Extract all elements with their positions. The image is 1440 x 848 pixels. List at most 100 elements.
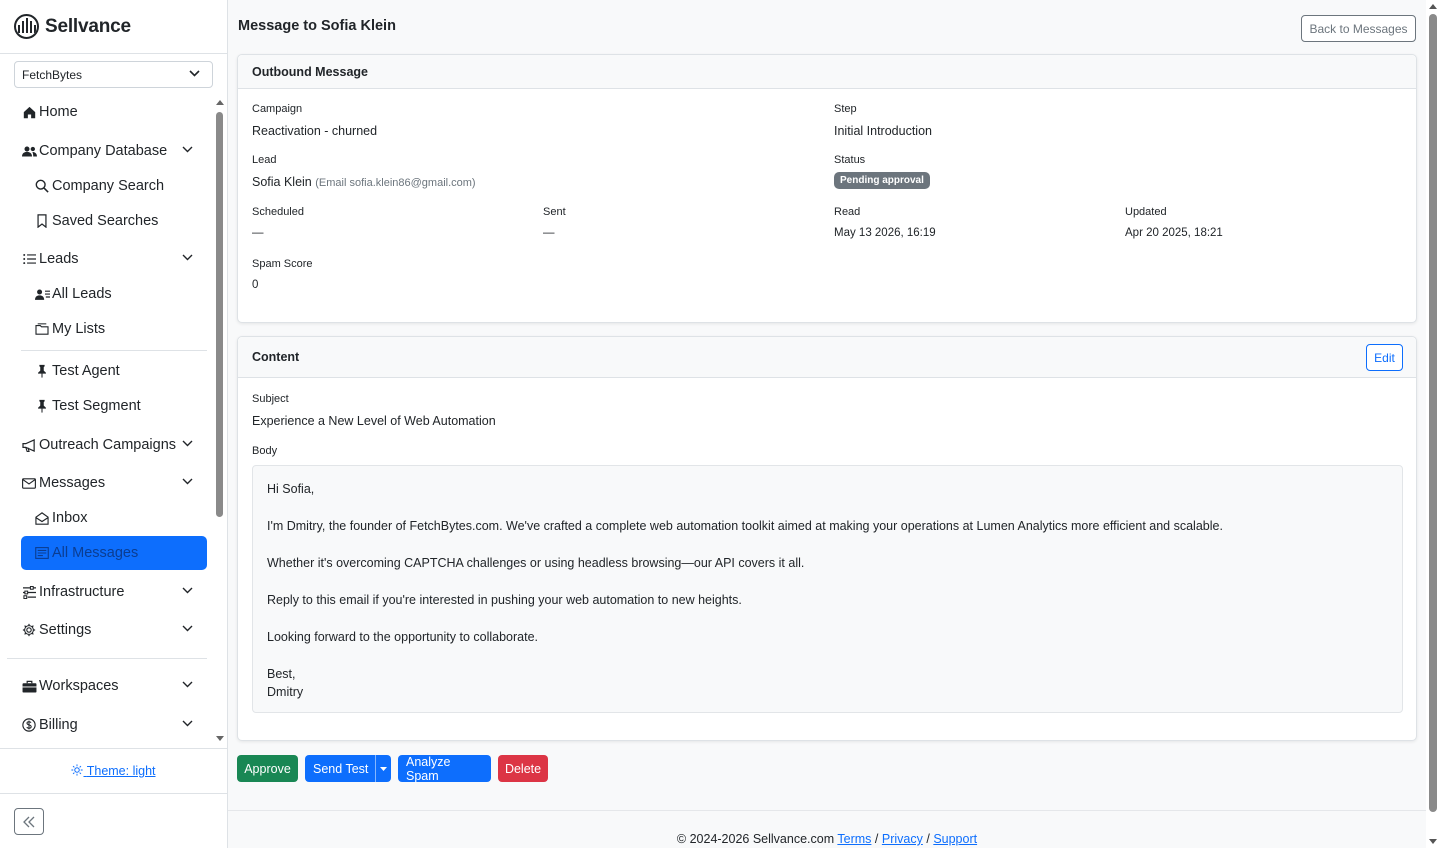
- send-test-button[interactable]: Send Test: [305, 755, 391, 782]
- workspace-select[interactable]: FetchBytes: [14, 61, 213, 88]
- sidebar-nav: Home Company Database Company Search Sav…: [0, 94, 214, 748]
- envelope-open-icon: [34, 510, 50, 526]
- currency-icon: [21, 717, 37, 733]
- footer-separator: /: [926, 832, 930, 846]
- scroll-up-arrow-icon[interactable]: [1429, 4, 1437, 9]
- chevron-down-icon: [182, 440, 193, 447]
- send-test-label: Send Test: [313, 761, 369, 776]
- page-scrollbar-thumb[interactable]: [1429, 14, 1437, 812]
- updated-value: Apr 20 2025, 18:21: [1125, 227, 1223, 239]
- sidebar-item-label: Messages: [39, 475, 106, 491]
- step-value: Initial Introduction: [834, 124, 932, 138]
- sidebar-item-label: Infrastructure: [39, 584, 125, 600]
- sidebar-item-test-segment[interactable]: Test Segment: [34, 389, 206, 423]
- scroll-up-arrow-icon[interactable]: [216, 100, 224, 105]
- subject-label: Subject: [252, 393, 289, 405]
- chevron-down-icon: [182, 625, 193, 632]
- subject-field: Subject Experience a New Level of Web Au…: [252, 393, 496, 428]
- lead-name: Sofia Klein: [252, 175, 312, 189]
- envelope-icon: [21, 475, 37, 491]
- sidebar-item-infrastructure[interactable]: Infrastructure: [21, 575, 207, 609]
- scheduled-value: —: [252, 227, 264, 239]
- sent-label: Sent: [543, 206, 566, 218]
- scroll-down-arrow-icon[interactable]: [216, 736, 224, 741]
- body-paragraph: Looking forward to the opportunity to co…: [267, 630, 539, 644]
- sidebar-item-label: All Leads: [52, 286, 112, 302]
- footer-terms-link[interactable]: Terms: [837, 832, 871, 846]
- collapse-sidebar-button[interactable]: [14, 808, 44, 835]
- sidebar-item-label: Company Database: [39, 143, 168, 159]
- analyze-spam-button[interactable]: Analyze Spam: [398, 755, 491, 783]
- person-lines-icon: [34, 286, 50, 302]
- outbound-card-header: Outbound Message: [238, 55, 1416, 89]
- messages-icon: [34, 545, 50, 561]
- sidebar-item-messages[interactable]: Messages: [21, 466, 207, 500]
- theme-toggle-link[interactable]: Theme: light: [71, 764, 156, 778]
- nav-divider: [7, 658, 207, 659]
- sidebar-item-leads[interactable]: Leads: [21, 242, 207, 276]
- sidebar-item-test-agent[interactable]: Test Agent: [34, 354, 206, 388]
- sidebar-item-settings[interactable]: Settings: [21, 613, 207, 647]
- sidebar: Sellvance FetchBytes Home Company Databa…: [0, 0, 228, 848]
- chevron-down-icon: [182, 587, 193, 594]
- campaign-field: Campaign Reactivation - churned: [252, 103, 377, 138]
- send-test-dropdown-toggle[interactable]: [375, 755, 391, 782]
- sidebar-scrollbar-thumb[interactable]: [216, 112, 223, 517]
- sidebar-item-workspaces[interactable]: Workspaces: [21, 669, 207, 703]
- pin-icon: [34, 363, 50, 379]
- sidebar-item-label: Company Search: [52, 178, 165, 194]
- delete-button[interactable]: Delete: [498, 755, 548, 782]
- footer-support-link[interactable]: Support: [933, 832, 977, 846]
- outbound-message-card: Outbound Message Campaign Reactivation -…: [237, 54, 1417, 323]
- scroll-down-arrow-icon[interactable]: [1429, 839, 1437, 844]
- lead-label: Lead: [252, 154, 277, 166]
- campaign-label: Campaign: [252, 103, 303, 115]
- sidebar-item-label: All Messages: [52, 545, 139, 561]
- sidebar-item-company-database[interactable]: Company Database: [21, 134, 207, 168]
- caret-down-icon: [380, 766, 387, 771]
- spam-score-field: Spam Score 0: [252, 258, 313, 291]
- sidebar-item-saved-searches[interactable]: Saved Searches: [34, 204, 206, 238]
- sidebar-item-billing[interactable]: Billing: [21, 708, 207, 742]
- sidebar-item-label: Billing: [39, 717, 78, 733]
- edit-button[interactable]: Edit: [1366, 344, 1403, 371]
- status-label: Status: [834, 154, 866, 166]
- sidebar-item-home[interactable]: Home: [21, 95, 207, 129]
- lead-field: Lead Sofia Klein (Email sofia.klein86@gm…: [252, 154, 476, 189]
- nav-divider: [21, 350, 207, 351]
- sliders-icon: [21, 584, 37, 600]
- sidebar-item-my-lists[interactable]: My Lists: [34, 312, 206, 346]
- sidebar-item-label: My Lists: [52, 321, 106, 337]
- search-icon: [34, 178, 50, 194]
- megaphone-icon: [21, 437, 37, 453]
- gear-icon: [21, 622, 37, 638]
- sidebar-item-label: Test Segment: [52, 398, 141, 414]
- main-content: Message to Sofia Klein Back to Messages …: [228, 0, 1426, 848]
- scheduled-field: Scheduled —: [252, 206, 304, 239]
- sidebar-item-label: Outreach Campaigns: [39, 437, 177, 453]
- spam-score-label: Spam Score: [252, 258, 313, 270]
- sidebar-item-company-search[interactable]: Company Search: [34, 169, 206, 203]
- footer-privacy-link[interactable]: Privacy: [882, 832, 923, 846]
- chevron-down-icon: [182, 720, 193, 727]
- message-actions: Approve Send Test Analyze Spam Delete: [237, 755, 548, 783]
- brand[interactable]: Sellvance: [0, 0, 227, 54]
- brand-name: Sellvance: [45, 15, 131, 37]
- content-card-title: Content: [252, 350, 300, 364]
- sidebar-item-outreach-campaigns[interactable]: Outreach Campaigns: [21, 428, 207, 462]
- sidebar-item-all-leads[interactable]: All Leads: [34, 277, 206, 311]
- sidebar-item-label: Inbox: [52, 510, 88, 526]
- scheduled-label: Scheduled: [252, 206, 304, 218]
- subject-value: Experience a New Level of Web Automation: [252, 414, 496, 428]
- pin-icon: [34, 398, 50, 414]
- body-label: Body: [252, 445, 278, 457]
- house-icon: [21, 104, 37, 120]
- sidebar-item-inbox[interactable]: Inbox: [34, 501, 206, 535]
- briefcase-icon: [21, 678, 37, 694]
- approve-button[interactable]: Approve: [237, 755, 298, 782]
- theme-toggle-area: Theme: light: [0, 748, 227, 794]
- sidebar-item-all-messages[interactable]: All Messages: [21, 536, 207, 570]
- chevron-double-left-icon: [23, 816, 35, 827]
- sidebar-item-label: Saved Searches: [52, 213, 159, 229]
- back-to-messages-button[interactable]: Back to Messages: [1301, 15, 1416, 42]
